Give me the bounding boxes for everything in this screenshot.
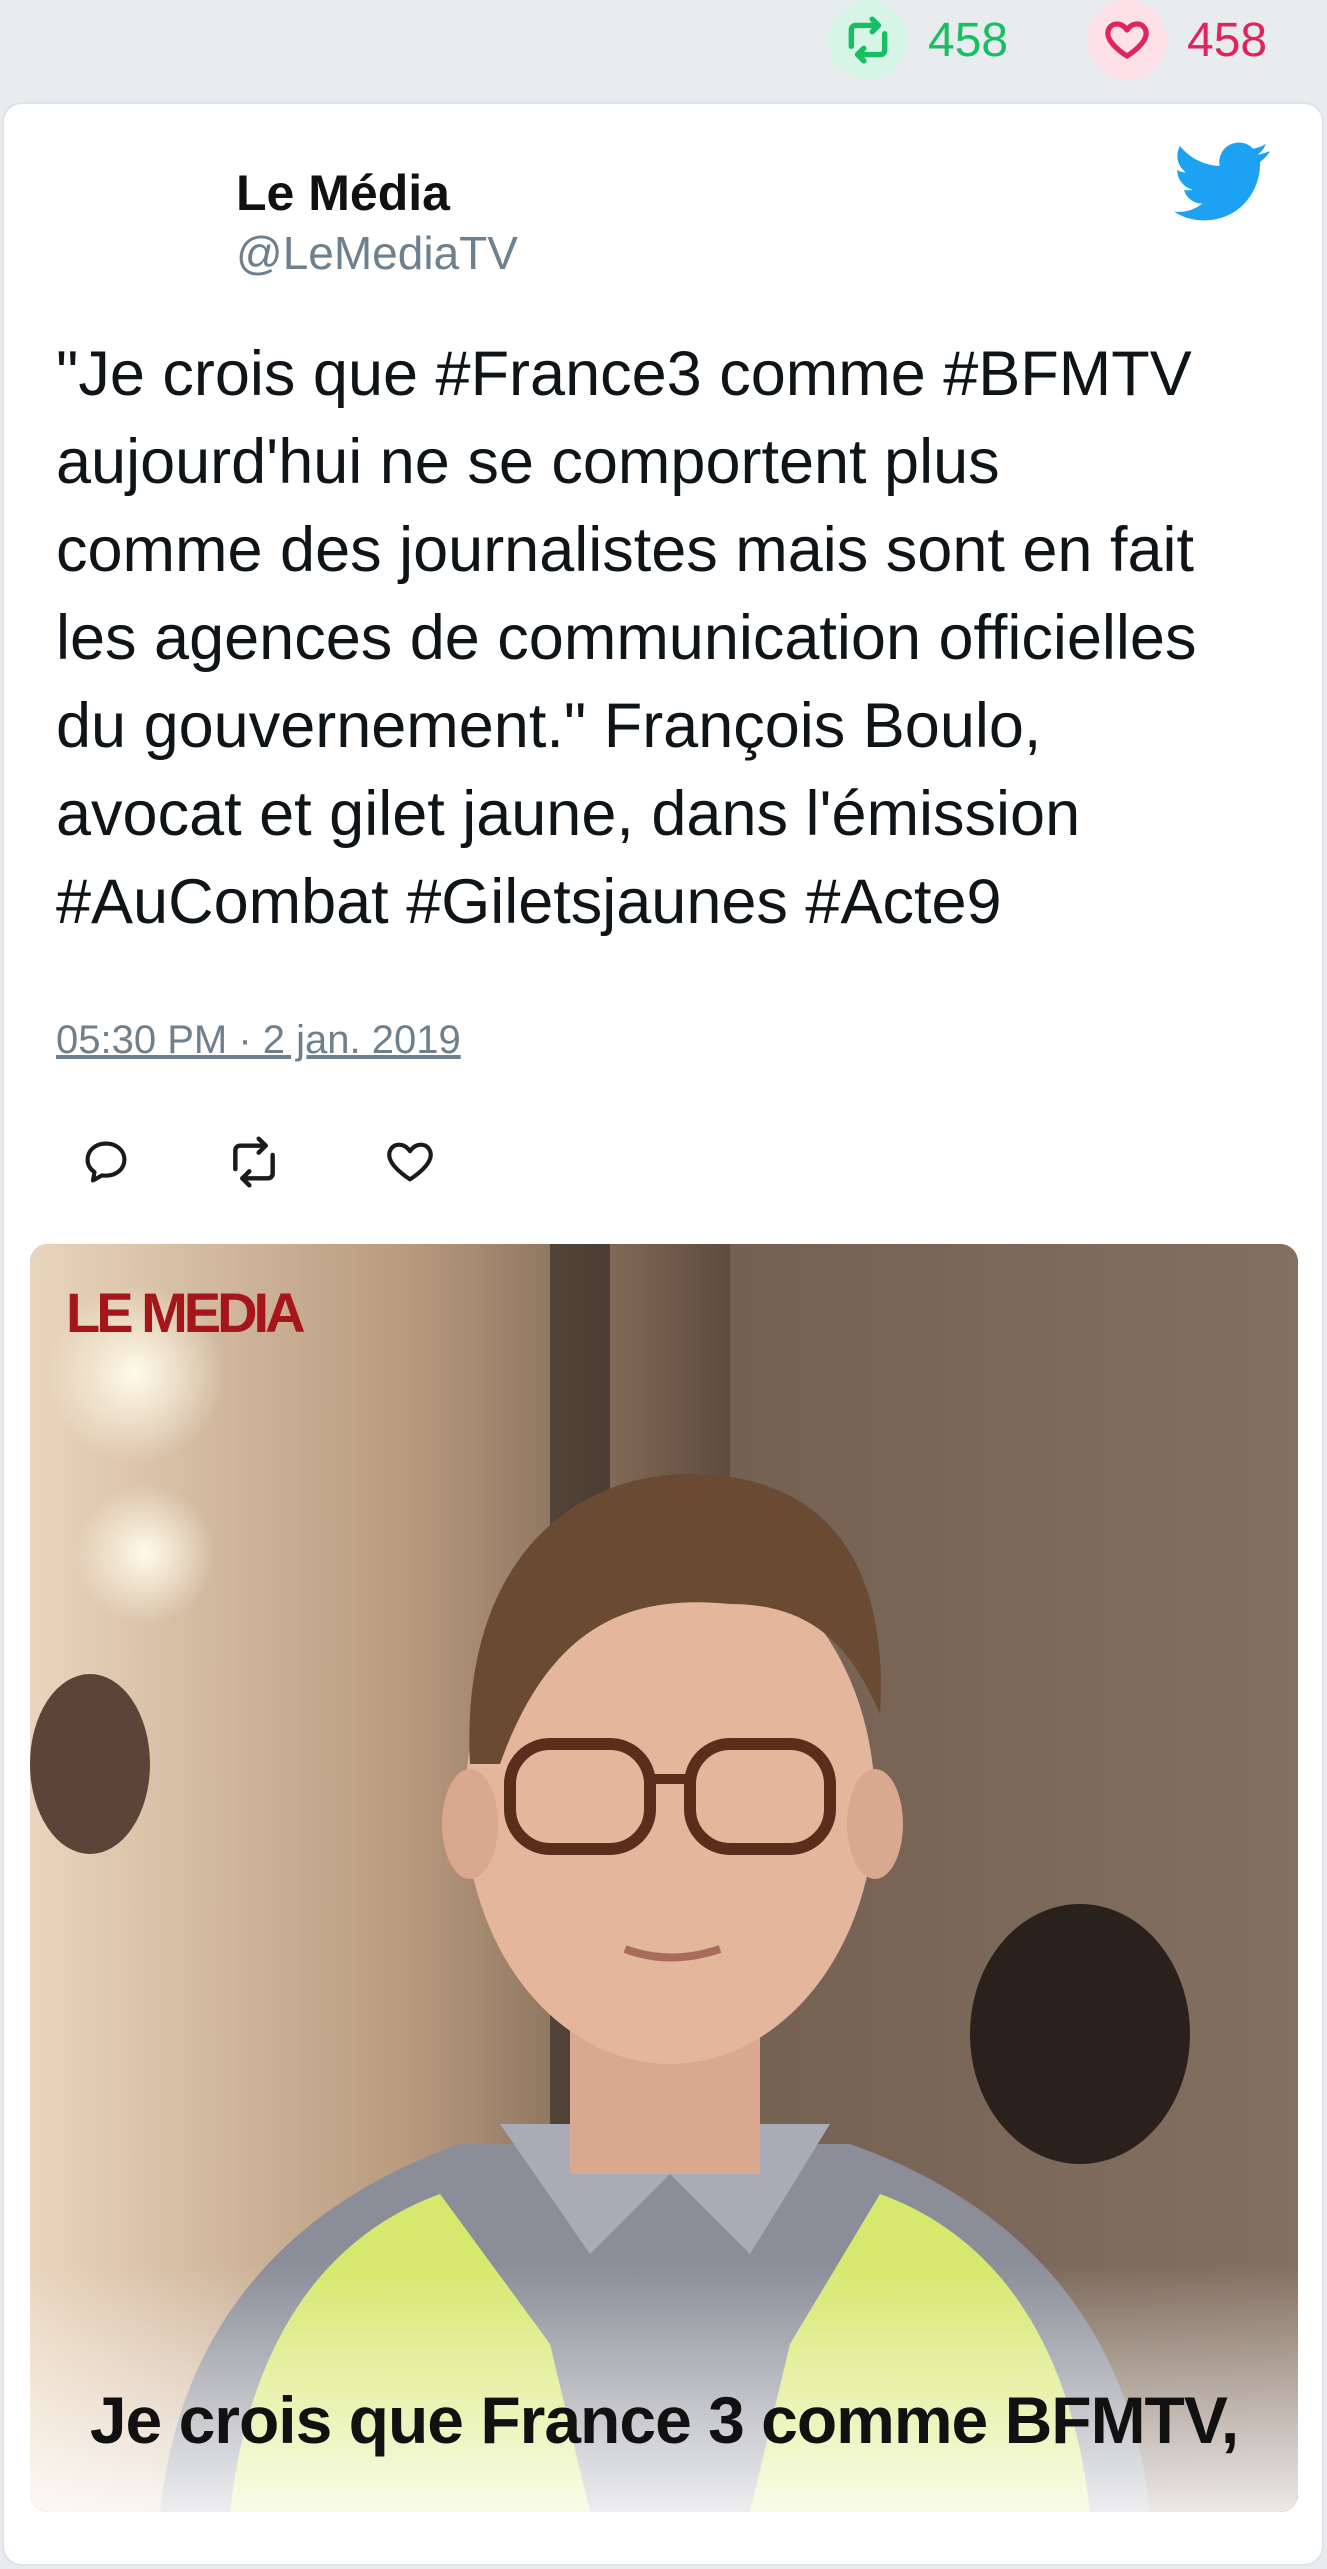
- tweet-text: "Je crois que #France3 comme #BFMTV aujo…: [56, 339, 1197, 937]
- retweet-stat[interactable]: 458: [828, 0, 1008, 80]
- heart-icon: [1087, 0, 1167, 80]
- tweet-card: Le Média @LeMediaTV "Je crois que #Franc…: [4, 104, 1322, 2564]
- like-stat[interactable]: 458: [1087, 0, 1267, 80]
- retweet-count: 458: [928, 13, 1009, 67]
- author-handle[interactable]: @LeMediaTV: [236, 226, 518, 280]
- video-frame-illustration: [30, 1244, 1298, 2512]
- tweet-timestamp[interactable]: 05:30 PM · 2 jan. 2019: [56, 1018, 461, 1063]
- svg-text:LE MEDIA: LE MEDIA: [66, 1281, 304, 1344]
- twitter-bird-icon[interactable]: [1174, 142, 1270, 222]
- le-media-logo: LE MEDIA: [66, 1280, 316, 1344]
- video-caption: Je crois que France 3 comme BFMTV,: [89, 2383, 1239, 2457]
- tweet-media-video[interactable]: LE MEDIA Je crois que France 3 comme BFM…: [30, 1244, 1298, 2512]
- tweet-actions: [56, 1122, 656, 1202]
- engagement-bar: 458 458: [0, 0, 1327, 100]
- like-count: 458: [1187, 13, 1268, 67]
- retweet-action-icon[interactable]: [224, 1132, 284, 1192]
- author-name[interactable]: Le Média: [236, 164, 450, 222]
- like-action-icon[interactable]: [380, 1132, 440, 1192]
- retweet-icon: [828, 0, 908, 80]
- reply-icon[interactable]: [76, 1132, 136, 1192]
